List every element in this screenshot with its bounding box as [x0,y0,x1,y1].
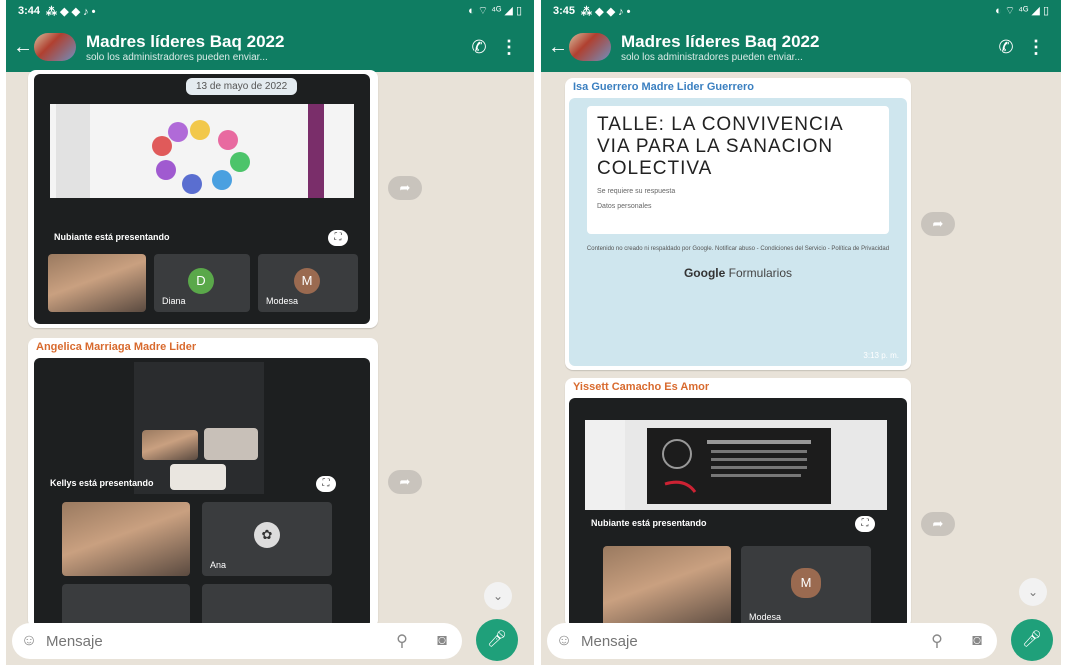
call-add-icon[interactable]: ✆ [991,37,1021,58]
meet-screenshot-image: Kellys está presentando ⛶ ✿ Ana [34,358,370,628]
form-footer: Contenido no creado ni respaldado por Go… [586,246,890,252]
status-time: 3:44 [18,5,41,17]
emoji-icon[interactable]: ☺ [12,632,46,650]
form-required-note: Se requiere su respuesta [597,188,676,195]
system-icons: ◐ ⌔ ⁴ᴳ ◢ ▯ [468,5,522,17]
message-input[interactable] [46,632,382,650]
participant-name: Ana [210,560,227,570]
notification-icons: ⁂ ◆ ◆ ♪ • [46,5,96,18]
chat-screen-left: 3:44 ⁂ ◆ ◆ ♪ • ◐ ⌔ ⁴ᴳ ◢ ▯ ← Madres lídere… [6,0,534,665]
more-options-icon[interactable]: ⋮ [494,37,524,58]
mic-button[interactable]: 🎤︎ [1011,619,1053,661]
participant-name: Modesa [266,296,299,306]
chat-title: Madres líderes Baq 2022 [86,31,285,51]
message-composer: ☺ ⚲ ◙ [12,623,462,659]
form-header-card: TALLE: LA CONVIVENCIA VIA PARA LA SANACI… [587,106,889,234]
participant-avatar: ✿ [254,522,280,548]
notification-icons: ⁂ ◆ ◆ ♪ • [581,5,631,18]
expand-icon: ⛶ [316,476,336,492]
expand-icon: ⛶ [328,230,348,246]
forward-icon[interactable]: ➦ [388,176,422,200]
participant-tile [204,428,258,460]
scroll-down-icon[interactable]: ⌄ [484,582,512,610]
scroll-down-icon[interactable]: ⌄ [1019,578,1047,606]
message-time: 3:13 p. m. [863,351,899,360]
message-list[interactable]: 13 de mayo de 2022 Nubiante está present… [6,70,534,628]
presenting-label: Kellys está presentando [50,478,154,488]
back-arrow-icon[interactable]: ← [12,36,34,59]
image-message[interactable]: 13 de mayo de 2022 Nubiante está present… [28,70,378,328]
system-icons: ◐ ⌔ ⁴ᴳ ◢ ▯ [995,5,1049,17]
shared-slide [50,104,354,198]
expand-icon: ⛶ [855,516,875,532]
camera-icon[interactable]: ◙ [957,632,997,650]
call-add-icon[interactable]: ✆ [464,37,494,58]
shared-slide [585,420,887,510]
group-avatar[interactable] [569,33,611,61]
more-options-icon[interactable]: ⋮ [1021,37,1051,58]
image-message[interactable]: Yissett Camacho Es Amor Nubiante está pr… [565,378,911,628]
google-form-preview: TALLE: LA CONVIVENCIA VIA PARA LA SANACI… [569,98,907,366]
chat-header: 3:45 ⁂ ◆ ◆ ♪ • ◐ ⌔ ⁴ᴳ ◢ ▯ ← Madres lídere… [541,0,1061,72]
back-arrow-icon[interactable]: ← [547,36,569,59]
participant-avatar: M [791,568,821,598]
sender-name: Yissett Camacho Es Amor [573,381,710,393]
participant-avatar: M [294,268,320,294]
group-avatar[interactable] [34,33,76,61]
participant-tile: M Modesa [258,254,358,312]
sender-name: Angelica Marriaga Madre Lider [36,341,197,353]
google-wordmark: Google [683,266,726,280]
slide-diagram [56,104,324,198]
participant-tile [170,464,226,490]
participant-tile [603,546,731,628]
status-bar: 3:44 ⁂ ◆ ◆ ♪ • ◐ ⌔ ⁴ᴳ ◢ ▯ [18,2,522,20]
chat-subtitle: solo los administradores pueden enviar..… [86,51,268,63]
participant-tile [202,584,332,628]
google-forms-logo: Google Formularios [569,266,907,280]
message-composer: ☺ ⚲ ◙ [547,623,997,659]
participant-avatar: D [188,268,214,294]
participant-name: Modesa [749,612,782,622]
attach-icon[interactable]: ⚲ [917,631,957,651]
participant-name: Diana [162,296,186,306]
chat-title: Madres líderes Baq 2022 [621,31,820,51]
chat-title-block[interactable]: Madres líderes Baq 2022 solo los adminis… [621,32,991,63]
meet-screenshot-image: 13 de mayo de 2022 Nubiante está present… [34,74,370,324]
image-message[interactable]: Isa Guerrero Madre Lider Guerrero TALLE:… [565,78,911,370]
participant-tile [48,254,146,312]
status-time: 3:45 [553,5,576,17]
emoji-icon[interactable]: ☺ [547,632,581,650]
message-list[interactable]: Isa Guerrero Madre Lider Guerrero TALLE:… [541,72,1061,628]
forward-icon[interactable]: ➦ [388,470,422,494]
participant-tile [62,584,190,628]
slide-image [585,420,831,510]
sender-name: Isa Guerrero Madre Lider Guerrero [573,81,754,93]
participant-tile [62,502,190,576]
forms-label: Formularios [728,266,793,280]
form-section: Datos personales [597,203,652,210]
participant-tile: D Diana [154,254,250,312]
presenting-label: Nubiante está presentando [54,232,170,242]
form-title: TALLE: LA CONVIVENCIA VIA PARA LA SANACI… [597,114,843,179]
status-bar: 3:45 ⁂ ◆ ◆ ♪ • ◐ ⌔ ⁴ᴳ ◢ ▯ [553,2,1049,20]
camera-icon[interactable]: ◙ [422,632,462,650]
presenting-label: Nubiante está presentando [591,518,707,528]
message-input[interactable] [581,632,917,650]
chat-title-block[interactable]: Madres líderes Baq 2022 solo los adminis… [86,32,464,63]
attach-icon[interactable]: ⚲ [382,631,422,651]
shared-screen [134,362,264,494]
meet-screenshot-image: Nubiante está presentando ⛶ M Modesa [569,398,907,628]
date-chip: 13 de mayo de 2022 [186,78,298,95]
forward-icon[interactable]: ➦ [921,512,955,536]
chat-subtitle: solo los administradores pueden enviar..… [621,51,803,63]
mic-button[interactable]: 🎤︎ [476,619,518,661]
participant-tile [142,430,198,460]
chat-screen-right: 3:45 ⁂ ◆ ◆ ♪ • ◐ ⌔ ⁴ᴳ ◢ ▯ ← Madres lídere… [541,0,1061,665]
forward-icon[interactable]: ➦ [921,212,955,236]
participant-tile: M Modesa [741,546,871,628]
chat-header: 3:44 ⁂ ◆ ◆ ♪ • ◐ ⌔ ⁴ᴳ ◢ ▯ ← Madres lídere… [6,0,534,72]
image-message[interactable]: Angelica Marriaga Madre Lider Kellys est… [28,338,378,628]
participant-tile: ✿ Ana [202,502,332,576]
